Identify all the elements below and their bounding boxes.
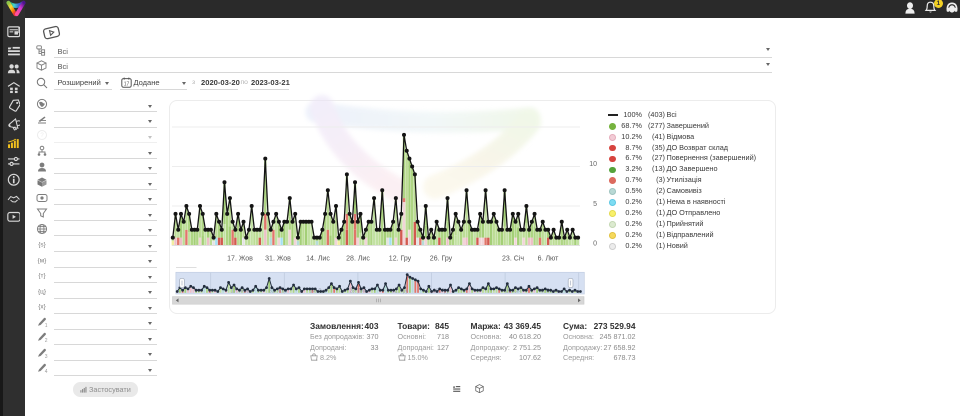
svg-text:x: x (316, 359, 318, 362)
svg-text:14. Лис: 14. Лис (306, 256, 330, 263)
svg-text:x: x (403, 359, 405, 362)
svg-text:23. Січ: 23. Січ (502, 255, 524, 263)
svg-text:28. Лис: 28. Лис (350, 289, 367, 295)
svg-text:26. Гру: 26. Гру (430, 256, 453, 263)
svg-text:5: 5 (593, 201, 597, 208)
svg-text:6. Лют: 6. Лют (538, 256, 559, 263)
svg-text:0: 0 (593, 241, 597, 248)
svg-text:17. Жов: 17. Жов (227, 256, 253, 263)
svg-text:31. Жов: 31. Жов (265, 256, 291, 263)
svg-text:12. Гру: 12. Гру (389, 256, 412, 263)
svg-text:10: 10 (589, 161, 597, 168)
svg-text:28. Лис: 28. Лис (346, 256, 370, 263)
